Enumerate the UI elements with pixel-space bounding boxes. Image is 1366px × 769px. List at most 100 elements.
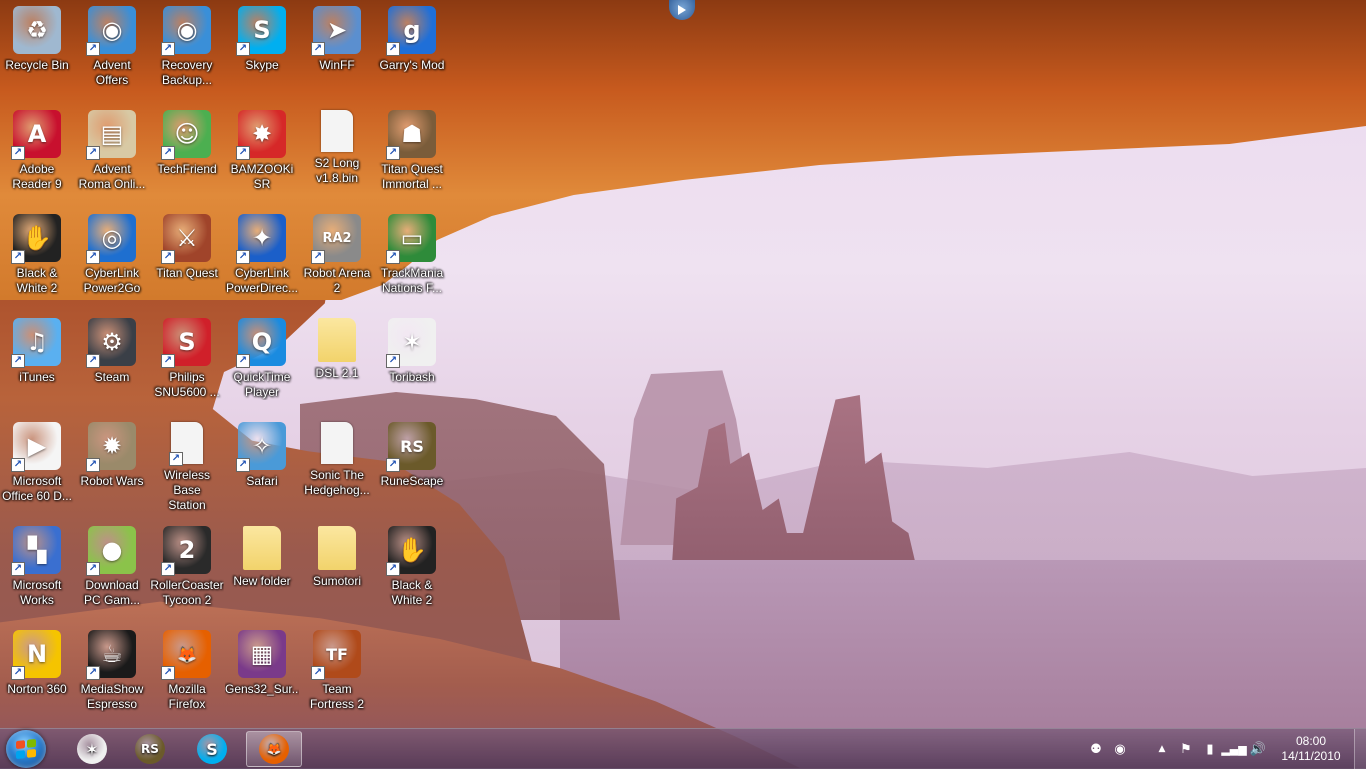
desktop-icon[interactable]: S ↗ Skype [225,0,299,100]
folder-icon [318,318,356,362]
desktop-icon[interactable]: Q ↗ QuickTime Player [225,312,299,412]
volume-icon[interactable]: 🔊 [1249,740,1267,758]
desktop-icon[interactable]: ✋ ↗ Black & White 2 [375,520,449,620]
shortcut-arrow-icon: ↗ [311,250,325,264]
action-center-flag-icon[interactable]: ⚑ [1177,740,1195,758]
desktop-icon[interactable]: ◎ ↗ CyberLink Power2Go [75,208,149,308]
power-icon[interactable]: ▮ [1201,740,1219,758]
desktop-icon[interactable]: N ↗ Norton 360 [0,624,74,724]
desktop-icon-label: Robot Arena 2 [303,266,371,295]
taskbar-button-skype[interactable]: S [184,731,240,767]
safari-icon: ✧ ↗ [236,422,286,472]
itunes-icon: ♫ ↗ [11,318,61,368]
folder-icon [243,526,281,570]
network-devices-icon[interactable]: ⚉ [1087,740,1105,758]
desktop-icon[interactable]: ⚙ ↗ Steam [75,312,149,412]
desktop-icon-label: Steam [94,370,130,384]
desktop-icon-label: CyberLink PowerDirec... [225,266,299,295]
shortcut-arrow-icon: ↗ [11,250,25,264]
desktop-icon-label: Titan Quest [156,266,218,280]
desktop-icon[interactable]: Sumotori [300,520,374,620]
taskbar-button-toribash[interactable]: ✶ [64,731,120,767]
shortcut-arrow-icon: ↗ [236,146,250,160]
show-desktop-button[interactable] [1354,729,1366,769]
desktop-icon[interactable]: RS ↗ RuneScape [375,416,449,516]
desktop-icon[interactable]: ☗ ↗ Titan Quest Immortal ... [375,104,449,204]
desktop-icon[interactable]: RA2 ↗ Robot Arena 2 [300,208,374,308]
desktop-icon-label: Sumotori [312,574,362,588]
clock-date: 14/11/2010 [1281,749,1341,763]
desktop-icon[interactable]: ☺ ↗ TechFriend [150,104,224,204]
adobe-reader-icon: A ↗ [11,110,61,160]
mediashow-icon: ☕ ↗ [86,630,136,680]
signal-bars-icon[interactable]: ▂▄▆ [1221,740,1246,758]
shortcut-arrow-icon: ↗ [236,250,250,264]
toribash-icon: ✶ [77,734,107,764]
taskbar: ✶ RS S 🦊 ⚉ ◉ ▲ ⚑ ▮ ▂▄▆ 🔊 08:00 14/11/2010 [0,728,1366,769]
start-button[interactable] [6,730,46,768]
desktop-icon[interactable]: ✧ ↗ Safari [225,416,299,516]
desktop-icon[interactable]: ▤ ↗ Advent Roma Onli... [75,104,149,204]
quicktime-icon: Q ↗ [236,318,286,368]
disc-icon: ◉ ↗ [86,6,136,56]
system-clock[interactable]: 08:00 14/11/2010 [1276,734,1346,764]
desktop-icon[interactable]: New folder [225,520,299,620]
desktop-icon[interactable]: 2 ↗ RollerCoaster Tycoon 2 [150,520,224,620]
shortcut-arrow-icon: ↗ [86,458,100,472]
desktop-icon[interactable]: ♻ Recycle Bin [0,0,74,100]
shortcut-arrow-icon: ↗ [236,354,250,368]
book-icon: ▤ ↗ [86,110,136,160]
desktop-icon-label: RuneScape [380,474,444,488]
taskbar-button-runescape[interactable]: RS [122,731,178,767]
desktop-icon-label: Wireless Base Station [163,468,210,512]
shortcut-arrow-icon: ↗ [86,250,100,264]
shortcut-arrow-icon: ↗ [161,666,175,680]
desktop-icon[interactable]: ▦ Gens32_Sur... [225,624,299,724]
desktop-icon[interactable]: ☕ ↗ MediaShow Espresso [75,624,149,724]
desktop-icon[interactable]: ◉ ↗ Advent Offers [75,0,149,100]
desktop-icon[interactable]: g ↗ Garry's Mod [375,0,449,100]
winff-icon: ➤ ↗ [311,6,361,56]
wireless-broadcast-icon[interactable]: ◉ [1111,740,1129,758]
desktop-icon[interactable]: ● ↗ Download PC Gam... [75,520,149,620]
shortcut-arrow-icon: ↗ [11,562,25,576]
desktop-icon[interactable]: 🦊 ↗ Mozilla Firefox [150,624,224,724]
bamzooki-icon: ✸ ↗ [236,110,286,160]
skype-icon: S ↗ [236,6,286,56]
desktop-icon-label: Toribash [389,370,435,384]
titan-quest-immortal-icon: ☗ ↗ [386,110,436,160]
desktop-icon[interactable]: ✸ ↗ BAMZOOKi SR [225,104,299,204]
desktop-icon[interactable]: DSL 2.1 [300,312,374,412]
desktop-icon-label: Black & White 2 [16,266,58,295]
cyberlink-powerdirector-icon: ✦ ↗ [236,214,286,264]
desktop-icon[interactable]: ✶ ↗ Toribash [375,312,449,412]
runescape-icon: RS ↗ [386,422,436,472]
desktop-icon-label: TrackMania Nations F... [380,266,444,295]
desktop-icon-label: Advent Offers [93,58,131,87]
desktop-icon[interactable]: ♫ ↗ iTunes [0,312,74,412]
desktop-icon[interactable]: ➤ ↗ WinFF [300,0,374,100]
shortcut-arrow-icon: ↗ [169,452,183,466]
shortcut-arrow-icon: ↗ [386,458,400,472]
taskbar-button-firefox[interactable]: 🦊 [246,731,302,767]
desktop-icon[interactable]: ⚔ ↗ Titan Quest [150,208,224,308]
tray-left-group: ⚉ ◉ [1084,729,1132,769]
desktop-icon[interactable]: ✋ ↗ Black & White 2 [0,208,74,308]
desktop-icon[interactable]: ▶ ↗ Microsoft Office 60 D... [0,416,74,516]
desktop-icon[interactable]: ↗ Wireless Base Station [150,416,224,516]
desktop-icon[interactable]: ▚ ↗ Microsoft Works [0,520,74,620]
desktop-icon[interactable]: S ↗ Philips SNU5600 ... [150,312,224,412]
desktop-icon[interactable]: TF ↗ Team Fortress 2 [300,624,374,724]
desktop-icon[interactable]: Sonic The Hedgehog... [300,416,374,516]
shortcut-arrow-icon: ↗ [386,42,400,56]
desktop-icon[interactable]: ✹ ↗ Robot Wars [75,416,149,516]
desktop-icon[interactable]: S2 Long v1.8.bin [300,104,374,204]
desktop-icon[interactable]: ▭ ↗ TrackMania Nations F... [375,208,449,308]
desktop-icon-label: Advent Roma Onli... [78,162,146,191]
desktop-icon[interactable]: A ↗ Adobe Reader 9 [0,104,74,204]
desktop-icon[interactable]: ◉ ↗ Recovery Backup... [150,0,224,100]
file-icon [321,422,353,464]
show-hidden-icons-chevron-icon[interactable]: ▲ [1153,740,1171,758]
desktop-icon[interactable]: ✦ ↗ CyberLink PowerDirec... [225,208,299,308]
desktop-icon-label: Philips SNU5600 ... [154,370,220,399]
